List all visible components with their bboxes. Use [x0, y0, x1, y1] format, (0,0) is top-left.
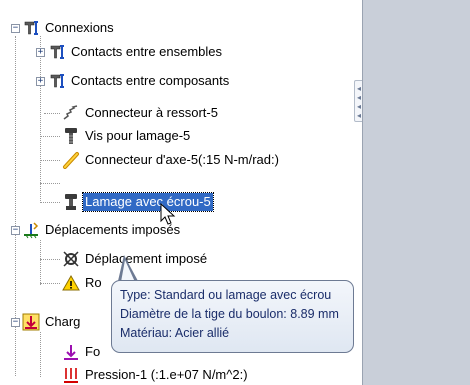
- tree-node-label: Connecteur à ressort-5: [85, 105, 218, 120]
- tree-node-loads[interactable]: Charg: [22, 311, 82, 333]
- expand-contact-components-toggle[interactable]: +: [36, 77, 45, 86]
- tree-node-label: Déplacement imposé: [85, 251, 208, 266]
- expand-contact-sets-toggle[interactable]: +: [36, 48, 45, 57]
- tree-line: [40, 283, 60, 284]
- pressure-icon: [64, 368, 78, 383]
- tree-node-label: Connexions: [45, 20, 114, 35]
- fixtures-icon: [24, 222, 39, 239]
- contact-components-icon: [50, 74, 64, 88]
- tree-node-label: Ro: [85, 275, 102, 290]
- tooltip-type-line: Type: Standard ou lamage avec écrou: [120, 288, 332, 302]
- tree-line: [40, 202, 60, 203]
- tree-node-counterbore-nut[interactable]: Lamage avec écrou-5: [62, 191, 214, 213]
- tree-line: [40, 136, 60, 137]
- tree-node-label: Fo: [85, 344, 101, 359]
- collapse-loads-toggle[interactable]: −: [11, 318, 20, 327]
- tree-node-contact-components[interactable]: Contacts entre composants: [48, 70, 231, 92]
- tree-line: [40, 183, 60, 184]
- connections-icon: [24, 21, 38, 35]
- tree-line: [40, 160, 60, 161]
- pin-icon: [63, 152, 79, 169]
- tree-node-label: Connecteur d'axe-5(:15 N-m/rad:): [85, 152, 279, 167]
- panel-splitter-handle[interactable]: ◂ ◂ ◂ ◂: [354, 80, 362, 122]
- tree-node-fixtures[interactable]: Déplacements imposés: [22, 219, 182, 241]
- tree-node-label: Pression-1 (:1.e+07 N/m^2:): [85, 367, 248, 382]
- force-icon: [64, 345, 78, 360]
- tooltip-material-line: Matériau: Acier allié: [120, 326, 230, 340]
- tree-line: [40, 259, 60, 260]
- collapse-fixtures-toggle[interactable]: −: [11, 226, 20, 235]
- fixture-icon: [63, 251, 79, 267]
- tree-node-label: Contacts entre ensembles: [71, 44, 223, 59]
- mouse-pointer-icon: [160, 203, 176, 225]
- tree-node-contact-sets[interactable]: Contacts entre ensembles: [48, 41, 224, 63]
- tree-node-label: Vis pour lamage-5: [85, 128, 191, 143]
- tree-line: [44, 113, 60, 114]
- warning-icon: [62, 274, 80, 291]
- tree-node-pin-connector[interactable]: Connecteur d'axe-5(:15 N-m/rad:): [62, 149, 281, 171]
- tree-node-roller[interactable]: Ro: [62, 272, 104, 294]
- tooltip-diameter-line: Diamètre de la tige du boulon: 8.89 mm: [120, 307, 339, 321]
- spring-icon: [63, 105, 78, 120]
- tooltip: Type: Standard ou lamage avec écrou Diam…: [111, 280, 354, 353]
- tree-node-counterbore-screw[interactable]: Vis pour lamage-5: [62, 125, 192, 147]
- collapse-connexions-toggle[interactable]: −: [11, 24, 20, 33]
- loads-icon: [22, 313, 40, 331]
- tree-node-label: Contacts entre composants: [71, 73, 230, 88]
- tree-node-spring-connector[interactable]: Connecteur à ressort-5: [62, 102, 220, 124]
- tree-line: [40, 36, 41, 201]
- tooltip-tail-fill: [121, 260, 135, 282]
- tree-line: [40, 240, 41, 285]
- bolt-icon: [65, 128, 77, 144]
- bolt-nut-icon: [65, 194, 77, 210]
- tree-node-force[interactable]: Fo: [62, 341, 102, 363]
- tree-node-pressure[interactable]: Pression-1 (:1.e+07 N/m^2:): [62, 364, 250, 385]
- tree-node-label-selected: Lamage avec écrou-5: [82, 192, 214, 212]
- tree-node-connexions[interactable]: Connexions: [22, 17, 116, 39]
- contact-sets-icon: [50, 45, 64, 59]
- tree-line: [40, 332, 41, 377]
- graphics-area[interactable]: [362, 0, 470, 385]
- tree-node-label: Charg: [45, 314, 81, 329]
